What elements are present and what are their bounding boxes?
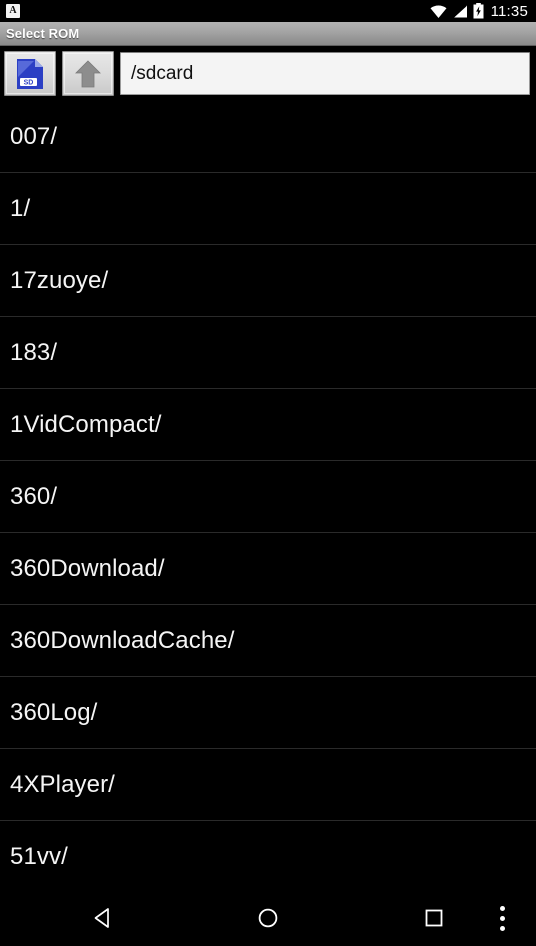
file-list-item-label: 183/ bbox=[10, 338, 58, 366]
nav-overflow-menu-button[interactable] bbox=[486, 890, 518, 946]
rom-file-list[interactable]: 007/1/17zuoye/183/1VidCompact/360/360Dow… bbox=[0, 101, 536, 890]
status-bar-system-icons: 11:35 bbox=[430, 3, 528, 20]
overflow-menu-icon bbox=[499, 905, 505, 931]
overflow-dot bbox=[499, 925, 505, 931]
sdcard-button[interactable]: SD bbox=[4, 51, 56, 96]
file-list-item[interactable]: 007/ bbox=[0, 101, 536, 173]
file-list-item[interactable]: 1/ bbox=[0, 173, 536, 245]
file-list-item-label: 1/ bbox=[10, 194, 31, 222]
sdcard-icon: SD bbox=[17, 58, 43, 89]
file-list-item-label: 17zuoye/ bbox=[10, 266, 109, 294]
status-bar-notifications: A bbox=[6, 4, 20, 18]
file-list-item-label: 360Log/ bbox=[10, 698, 98, 726]
recents-icon bbox=[425, 909, 443, 927]
nav-home-button[interactable] bbox=[242, 890, 294, 946]
back-icon bbox=[94, 908, 109, 928]
app-notification-icon: A bbox=[6, 4, 20, 18]
file-list-item[interactable]: 17zuoye/ bbox=[0, 245, 536, 317]
file-list-item[interactable]: 360Log/ bbox=[0, 677, 536, 749]
arrow-up-icon bbox=[75, 59, 101, 87]
android-screen: A 11:35 Select ROM SD /sdcard 007/ 1/ 17… bbox=[0, 0, 536, 946]
file-list-item-label: 007/ bbox=[10, 122, 58, 150]
navigate-up-button[interactable] bbox=[62, 51, 114, 96]
file-list-item-label: 1VidCompact/ bbox=[10, 410, 162, 438]
cellular-signal-icon bbox=[452, 4, 467, 18]
wifi-icon bbox=[430, 4, 447, 18]
file-list-item[interactable]: 1VidCompact/ bbox=[0, 389, 536, 461]
path-input[interactable]: /sdcard bbox=[120, 52, 530, 95]
status-bar-clock: 11:35 bbox=[490, 2, 528, 20]
file-list-item-label: 4XPlayer/ bbox=[10, 770, 115, 798]
nav-recents-button[interactable] bbox=[410, 890, 458, 946]
nav-back-button[interactable] bbox=[78, 890, 130, 946]
path-input-value: /sdcard bbox=[131, 62, 194, 84]
app-title-bar: Select ROM bbox=[0, 22, 536, 46]
status-bar: A 11:35 bbox=[0, 0, 536, 22]
file-list-item[interactable]: 183/ bbox=[0, 317, 536, 389]
file-list-item[interactable]: 4XPlayer/ bbox=[0, 749, 536, 821]
file-list-item-label: 360Download/ bbox=[10, 554, 165, 582]
path-toolbar: SD /sdcard bbox=[0, 46, 536, 101]
battery-charging-icon bbox=[473, 3, 484, 19]
file-list-item[interactable]: 360Download/ bbox=[0, 533, 536, 605]
system-navigation-bar bbox=[0, 890, 536, 946]
file-list-item[interactable]: 360/ bbox=[0, 461, 536, 533]
file-list-item-label: 51vv/ bbox=[10, 842, 68, 870]
svg-text:SD: SD bbox=[24, 79, 34, 86]
file-list-item-label: 360/ bbox=[10, 482, 58, 510]
overflow-dot bbox=[499, 905, 505, 911]
overflow-dot bbox=[499, 915, 505, 921]
file-list-item-label: 360DownloadCache/ bbox=[10, 626, 235, 654]
page-title: Select ROM bbox=[6, 26, 80, 41]
home-icon bbox=[258, 908, 278, 928]
file-list-item[interactable]: 360DownloadCache/ bbox=[0, 605, 536, 677]
file-list-item[interactable]: 51vv/ bbox=[0, 821, 536, 890]
